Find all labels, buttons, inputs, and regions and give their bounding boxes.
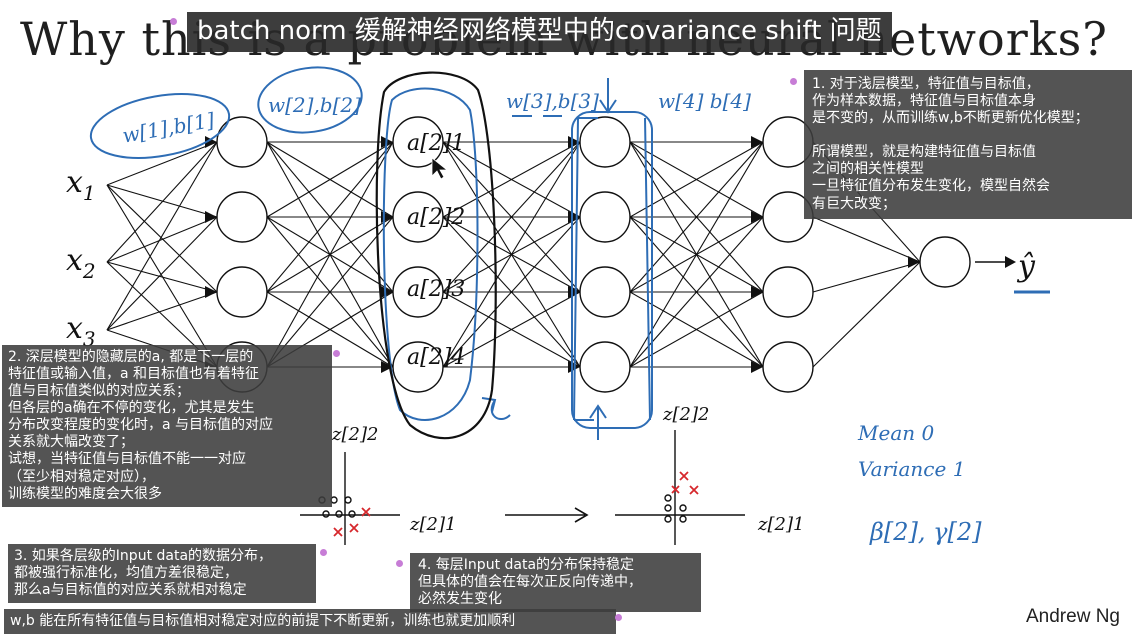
a-label-1: a[2]1 <box>407 131 465 156</box>
input-labels: x1 x2 x3 <box>66 165 96 351</box>
arrow-head <box>568 286 580 298</box>
beta-gamma-label: β[2], γ[2] <box>869 518 982 546</box>
caption-anchor-dot <box>320 549 327 556</box>
caption-note-1: 1. 对于浅层模型，特征值与目标值， 作为样本数据，特征值与目标值本身 是不变的… <box>804 70 1132 219</box>
author-credit: Andrew Ng <box>1026 606 1120 627</box>
variance-label: Variance 1 <box>858 457 965 481</box>
hidden-node <box>579 341 631 393</box>
up-arrow-layer4 <box>589 404 607 440</box>
scatter-left-xlabel: z[2]1 <box>409 514 456 535</box>
network-edge <box>812 216 921 263</box>
hidden-node <box>579 266 631 318</box>
hidden-node <box>216 266 268 318</box>
arrow-head <box>751 286 763 298</box>
caption-note-4: 4. 每层Input data的分布保持稳定 但具体的值会在每次正反向传递中， … <box>410 553 701 613</box>
network-edge <box>106 141 218 186</box>
network-edge <box>106 291 218 331</box>
arrow-head <box>751 211 763 223</box>
output-node <box>919 236 971 288</box>
w4b4-label: w[4] b[4] <box>658 89 751 113</box>
caption-top: batch norm 缓解神经网络模型中的covariance shift 问题 <box>187 12 892 52</box>
hidden-node <box>579 191 631 243</box>
caption-note-3: 3. 如果各层级的Input data的数据分布， 都被强行标准化，均值方差很稳… <box>8 544 316 604</box>
caption-anchor-dot <box>333 350 340 357</box>
input-x1: x1 <box>66 165 96 205</box>
network-edges <box>106 141 921 368</box>
w2b2-label: w[2],b[2] <box>268 93 361 117</box>
scatter-right-crosses <box>671 471 699 495</box>
scatter-right <box>615 430 745 545</box>
a-label-3: a[2]3 <box>407 277 465 302</box>
caption-anchor-dot <box>396 560 403 567</box>
hidden-node <box>762 266 814 318</box>
input-x2: x2 <box>66 243 96 283</box>
network-edge <box>106 141 218 263</box>
a-label-2: a[2]2 <box>407 205 465 230</box>
arrow-head <box>751 136 763 148</box>
hidden-node <box>579 116 631 168</box>
network-edge <box>106 141 218 331</box>
caption-anchor-dot <box>615 614 622 621</box>
w1b1-label: w[1],b[1] <box>121 108 217 148</box>
network-edge <box>106 216 218 263</box>
arrow-head <box>205 286 217 298</box>
caption-note-5: w,b 能在所有特征值与目标值相对稳定对应的前提下不断更新，训练也就更加顺利 <box>4 609 616 634</box>
scatter-left-ylabel: z[2]2 <box>331 424 378 445</box>
arrow-head <box>205 211 217 223</box>
a-label-4: a[2]4 <box>407 345 465 370</box>
scatter-right-xlabel: z[2]1 <box>757 514 804 535</box>
network-edge <box>812 261 921 368</box>
caption-anchor-dot <box>790 78 797 85</box>
output-arrow-head <box>1005 256 1016 268</box>
mouse-cursor <box>431 157 449 180</box>
mean-label: Mean 0 <box>857 421 934 445</box>
hidden-node <box>216 191 268 243</box>
output-y-hat: ŷ <box>1016 249 1036 284</box>
w3b3-label: w[3],b[3] <box>506 89 599 113</box>
caption-note-2: 2. 深层模型的隐藏层的a, 都是下一层的 特征值或输入值，a 和目标值也有着特… <box>2 345 332 507</box>
network-edge <box>106 216 218 331</box>
hidden-node <box>762 341 814 393</box>
hidden-node <box>216 116 268 168</box>
plots-arrow <box>505 507 589 523</box>
caption-anchor-dot <box>170 18 177 25</box>
scatter-left-crosses <box>333 507 371 537</box>
arrow-head <box>751 361 763 373</box>
down-arrow-w3 <box>599 78 617 114</box>
arrow-head <box>568 211 580 223</box>
scatter-right-ylabel: z[2]2 <box>662 404 709 425</box>
arrow-head <box>908 256 920 268</box>
